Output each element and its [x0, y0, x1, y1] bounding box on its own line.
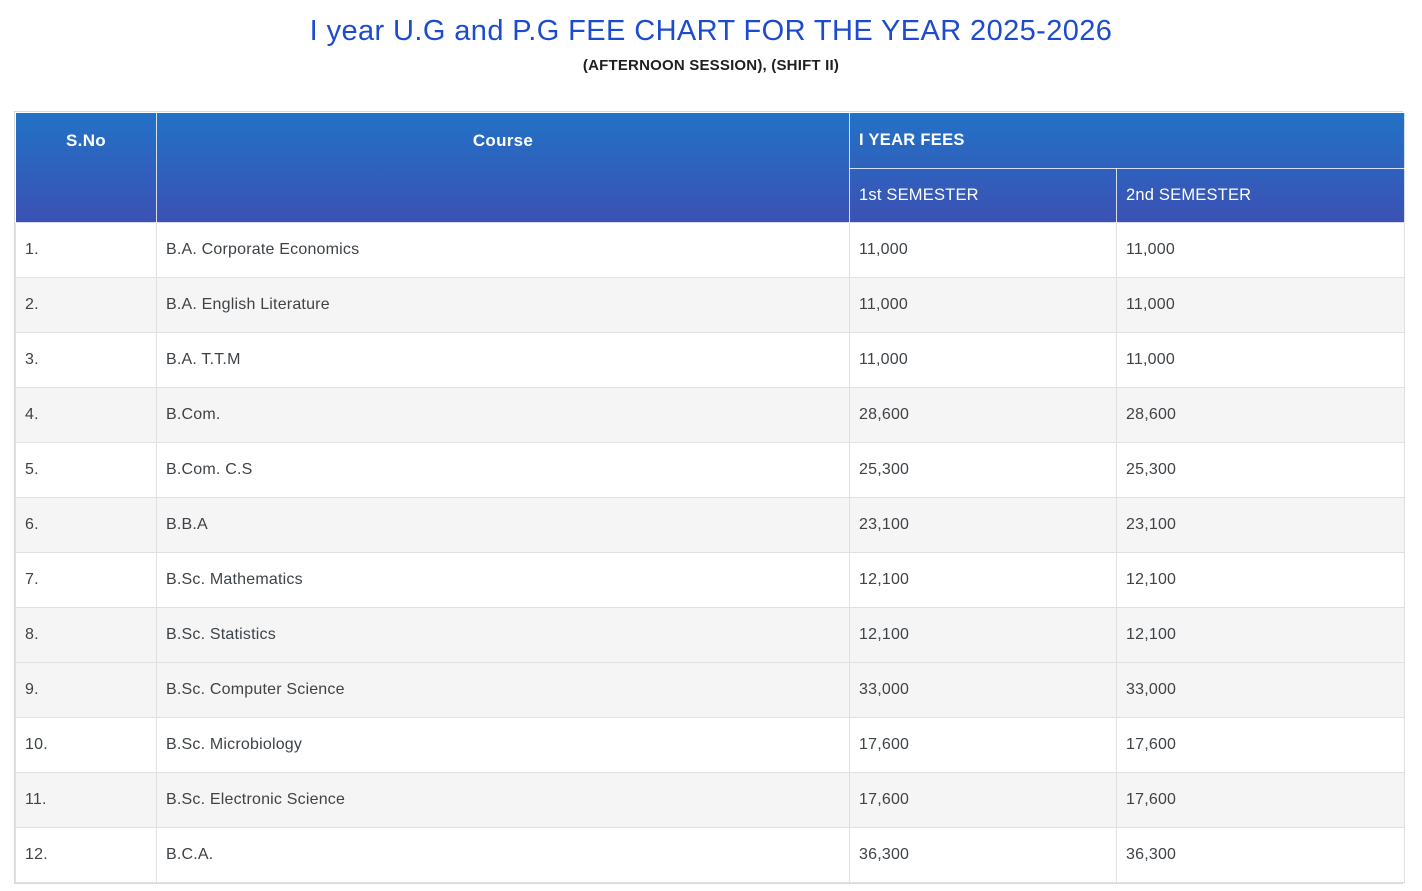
sem2-fee-cell: 12,100 [1117, 608, 1405, 663]
table-row: 6.B.B.A23,10023,100 [16, 498, 1405, 553]
row-course-cell: B.A. Corporate Economics [157, 223, 850, 278]
sem2-fee-cell: 12,100 [1117, 553, 1405, 608]
table-row: 12.B.C.A.36,30036,300 [16, 828, 1405, 883]
sem1-fee-cell: 11,000 [850, 223, 1117, 278]
sem1-fee-cell: 23,100 [850, 498, 1117, 553]
sem1-fee-cell: 36,300 [850, 828, 1117, 883]
sem2-fee-cell: 33,000 [1117, 663, 1405, 718]
sem1-fee-cell: 12,100 [850, 608, 1117, 663]
table-row: 4.B.Com.28,60028,600 [16, 388, 1405, 443]
table-row: 2.B.A. English Literature11,00011,000 [16, 278, 1405, 333]
col-header-sno: S.No [16, 113, 157, 223]
sem1-fee-cell: 25,300 [850, 443, 1117, 498]
row-sno-cell: 1. [16, 223, 157, 278]
sem2-fee-cell: 17,600 [1117, 773, 1405, 828]
row-sno-cell: 6. [16, 498, 157, 553]
row-course-cell: B.Com. [157, 388, 850, 443]
row-course-cell: B.C.A. [157, 828, 850, 883]
row-course-cell: B.Sc. Computer Science [157, 663, 850, 718]
header-row-1: S.No Course I YEAR FEES [16, 113, 1405, 169]
sem1-fee-cell: 28,600 [850, 388, 1117, 443]
sem2-fee-cell: 28,600 [1117, 388, 1405, 443]
fee-table-header: S.No Course I YEAR FEES 1st SEMESTER 2nd… [16, 113, 1405, 223]
row-sno-cell: 4. [16, 388, 157, 443]
col-header-sem2: 2nd SEMESTER [1117, 169, 1405, 223]
col-header-sem1: 1st SEMESTER [850, 169, 1117, 223]
row-sno-cell: 11. [16, 773, 157, 828]
page-title: I year U.G and P.G FEE CHART FOR THE YEA… [0, 15, 1422, 48]
row-sno-cell: 7. [16, 553, 157, 608]
row-sno-cell: 10. [16, 718, 157, 773]
row-course-cell: B.Sc. Electronic Science [157, 773, 850, 828]
sem1-fee-cell: 33,000 [850, 663, 1117, 718]
table-row: 1.B.A. Corporate Economics11,00011,000 [16, 223, 1405, 278]
sem1-fee-cell: 17,600 [850, 718, 1117, 773]
fee-table-container: S.No Course I YEAR FEES 1st SEMESTER 2nd… [14, 111, 1403, 884]
row-course-cell: B.Sc. Mathematics [157, 553, 850, 608]
row-sno-cell: 12. [16, 828, 157, 883]
table-row: 10.B.Sc. Microbiology17,60017,600 [16, 718, 1405, 773]
fee-table-body: 1.B.A. Corporate Economics11,00011,0002.… [16, 223, 1405, 883]
sem1-fee-cell: 17,600 [850, 773, 1117, 828]
sem2-fee-cell: 25,300 [1117, 443, 1405, 498]
row-sno-cell: 9. [16, 663, 157, 718]
sem2-fee-cell: 23,100 [1117, 498, 1405, 553]
sem1-fee-cell: 11,000 [850, 333, 1117, 388]
table-row: 8.B.Sc. Statistics12,10012,100 [16, 608, 1405, 663]
table-row: 11.B.Sc. Electronic Science17,60017,600 [16, 773, 1405, 828]
col-header-course: Course [157, 113, 850, 223]
table-row: 7.B.Sc. Mathematics12,10012,100 [16, 553, 1405, 608]
col-header-year-fees: I YEAR FEES [850, 113, 1405, 169]
table-row: 9.B.Sc. Computer Science33,00033,000 [16, 663, 1405, 718]
page-subtitle: (AFTERNOON SESSION), (SHIFT II) [0, 57, 1422, 74]
sem2-fee-cell: 17,600 [1117, 718, 1405, 773]
row-course-cell: B.Sc. Microbiology [157, 718, 850, 773]
sem2-fee-cell: 11,000 [1117, 223, 1405, 278]
row-sno-cell: 5. [16, 443, 157, 498]
table-row: 3.B.A. T.T.M11,00011,000 [16, 333, 1405, 388]
row-sno-cell: 2. [16, 278, 157, 333]
sem2-fee-cell: 36,300 [1117, 828, 1405, 883]
row-course-cell: B.Sc. Statistics [157, 608, 850, 663]
row-course-cell: B.A. T.T.M [157, 333, 850, 388]
sem2-fee-cell: 11,000 [1117, 333, 1405, 388]
sem2-fee-cell: 11,000 [1117, 278, 1405, 333]
row-course-cell: B.Com. C.S [157, 443, 850, 498]
row-sno-cell: 3. [16, 333, 157, 388]
fee-table: S.No Course I YEAR FEES 1st SEMESTER 2nd… [15, 112, 1405, 883]
table-row: 5.B.Com. C.S25,30025,300 [16, 443, 1405, 498]
sem1-fee-cell: 11,000 [850, 278, 1117, 333]
row-course-cell: B.B.A [157, 498, 850, 553]
row-sno-cell: 8. [16, 608, 157, 663]
sem1-fee-cell: 12,100 [850, 553, 1117, 608]
row-course-cell: B.A. English Literature [157, 278, 850, 333]
